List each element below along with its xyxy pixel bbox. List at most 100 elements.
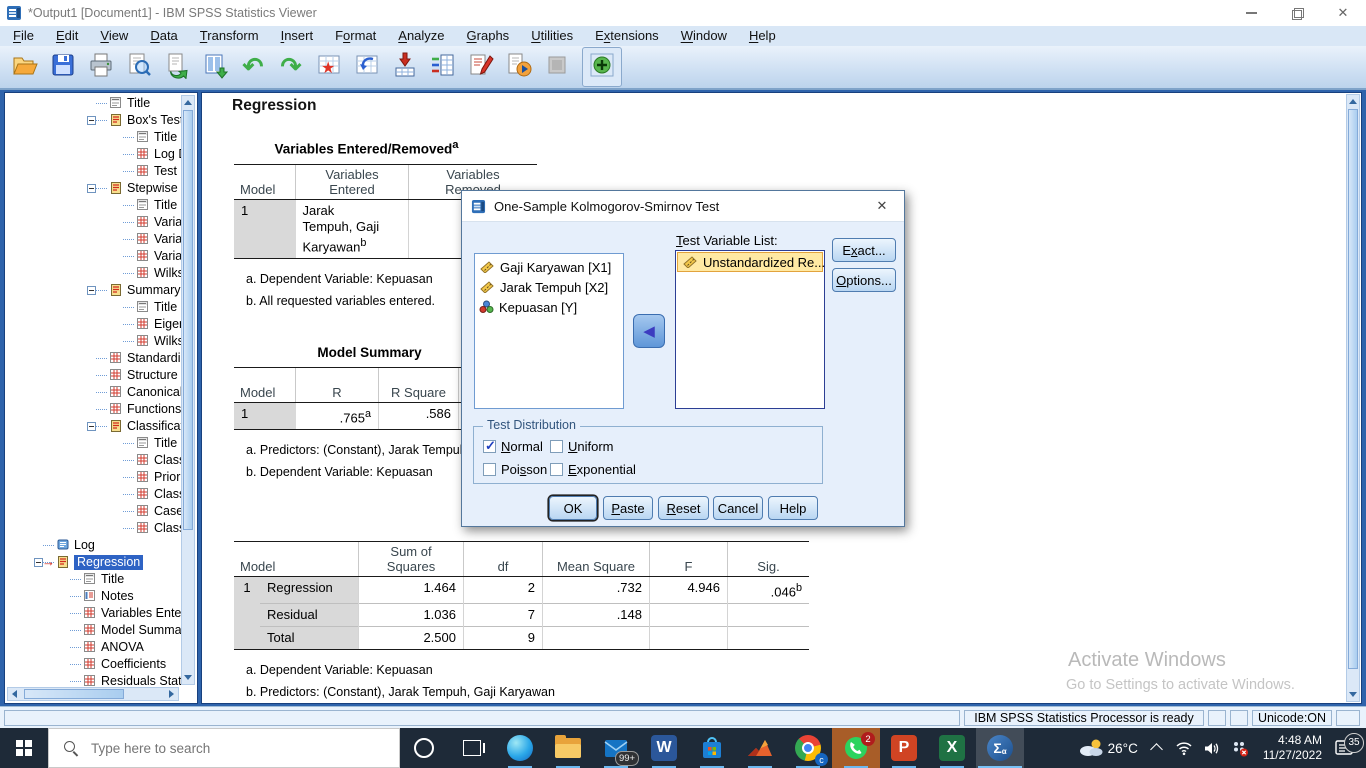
tree-item-eigenv[interactable]: Eigenv (6, 316, 183, 333)
redo-button[interactable]: ↷ (272, 48, 310, 86)
poisson-checkbox[interactable]: Poisson (483, 462, 547, 477)
tree-item-model-summar[interactable]: Model Summar (6, 622, 183, 639)
tree-item-variab[interactable]: Variab (6, 231, 183, 248)
search-input[interactable] (89, 740, 373, 757)
taskbar-app-whatsapp[interactable]: 2 (832, 728, 880, 768)
print-preview-button[interactable] (120, 48, 158, 86)
scrollbar-thumb[interactable] (1348, 109, 1358, 669)
test-variable-list[interactable]: Unstandardized Re... (675, 250, 825, 409)
checkbox-unchecked-icon[interactable] (483, 463, 496, 476)
close-button[interactable]: ✕ (1320, 0, 1366, 26)
normal-checkbox[interactable]: ✓Normal (483, 439, 543, 454)
menu-extensions[interactable]: Extensions (584, 26, 670, 46)
tree-item-summary-o[interactable]: Summary o (6, 282, 183, 299)
checkbox-unchecked-icon[interactable] (550, 463, 563, 476)
menu-view[interactable]: View (89, 26, 139, 46)
tree-item-anova[interactable]: ANOVA (6, 639, 183, 656)
menu-help[interactable]: Help (738, 26, 787, 46)
select-output-button[interactable] (196, 48, 234, 86)
outline-horizontal-scrollbar[interactable] (7, 687, 179, 701)
source-variable-kepuasan-y[interactable]: Kepuasan [Y] (475, 297, 623, 317)
dialog-close-button[interactable]: ✕ (870, 195, 894, 217)
scroll-left-icon[interactable] (12, 690, 17, 698)
menu-format[interactable]: Format (324, 26, 387, 46)
taskbar-app-store[interactable] (688, 728, 736, 768)
taskbar-app-file-explorer[interactable] (544, 728, 592, 768)
tree-item-classificat[interactable]: Classificat (6, 418, 183, 435)
use-variable-sets-button[interactable] (386, 48, 424, 86)
menu-utilities[interactable]: Utilities (520, 26, 584, 46)
scroll-down-icon[interactable] (1349, 692, 1357, 697)
uniform-checkbox[interactable]: Uniform (550, 439, 614, 454)
menu-file[interactable]: File (2, 26, 45, 46)
tree-item-structure-m[interactable]: Structure M (6, 367, 183, 384)
action-center-button[interactable]: 35 (1330, 739, 1366, 758)
tree-item-class[interactable]: Class (6, 452, 183, 469)
edit-output-button[interactable] (462, 48, 500, 86)
tree-item-canonical[interactable]: Canonical (6, 384, 183, 401)
style-output-button[interactable] (538, 48, 576, 86)
export-button[interactable] (158, 48, 196, 86)
taskbar-clock[interactable]: 4:48 AM11/27/2022 (1255, 733, 1330, 763)
expand-toggle-icon[interactable] (87, 116, 96, 125)
help-button[interactable]: Help (768, 496, 818, 520)
test-variable-unstandardized-re[interactable]: Unstandardized Re... (677, 252, 823, 272)
source-variable-list[interactable]: Gaji Karyawan [X1]Jarak Tempuh [X2]Kepua… (474, 253, 624, 409)
tree-item-title[interactable]: Title (6, 95, 183, 112)
tree-item-prior-p[interactable]: Prior P (6, 469, 183, 486)
minimize-button[interactable] (1228, 0, 1274, 26)
goto-data-button[interactable]: ★ (310, 48, 348, 86)
tree-item-wilks[interactable]: Wilks' (6, 265, 183, 282)
tree-item-functions[interactable]: Functions (6, 401, 183, 418)
paste-button[interactable]: Paste (603, 496, 653, 520)
tree-item-casew[interactable]: Casew (6, 503, 183, 520)
menu-insert[interactable]: Insert (270, 26, 325, 46)
checkbox-unchecked-icon[interactable] (550, 440, 563, 453)
run-script-button[interactable] (500, 48, 538, 86)
tree-item-log-d[interactable]: Log D (6, 146, 183, 163)
tree-item-test-r[interactable]: Test R (6, 163, 183, 180)
restore-button[interactable] (1274, 0, 1320, 26)
taskbar-app-edge[interactable] (496, 728, 544, 768)
taskbar-app-mail[interactable]: 99+ (592, 728, 640, 768)
volume-button[interactable] (1198, 728, 1226, 768)
tree-item-variab[interactable]: Variab (6, 248, 183, 265)
menu-edit[interactable]: Edit (45, 26, 89, 46)
menu-transform[interactable]: Transform (189, 26, 270, 46)
taskbar-app-spss[interactable]: Σα (976, 728, 1024, 768)
exponential-checkbox[interactable]: Exponential (550, 462, 636, 477)
checkbox-checked-icon[interactable]: ✓ (483, 440, 496, 453)
scrollbar-thumb[interactable] (183, 110, 193, 530)
expand-toggle-icon[interactable] (87, 286, 96, 295)
cancel-button[interactable]: Cancel (713, 496, 763, 520)
tree-item-variables-enter[interactable]: Variables Enter (6, 605, 183, 622)
undo-button[interactable]: ↶ (234, 48, 272, 86)
scroll-down-icon[interactable] (184, 675, 192, 680)
content-vertical-scrollbar[interactable] (1346, 94, 1360, 702)
start-button[interactable] (0, 728, 48, 768)
tree-item-log[interactable]: Log (6, 537, 183, 554)
taskbar-app-word[interactable]: W (640, 728, 688, 768)
tree-item-regression[interactable]: →Regression (6, 554, 183, 571)
expand-toggle-icon[interactable] (87, 184, 96, 193)
tree-item-title[interactable]: Title (6, 435, 183, 452)
tree-item-standardiz[interactable]: Standardiz (6, 350, 183, 367)
taskbar-app-powerpoint[interactable]: P (880, 728, 928, 768)
goto-case-button[interactable] (348, 48, 386, 86)
print-button[interactable] (82, 48, 120, 86)
task-view-button[interactable] (448, 728, 496, 768)
options-button[interactable]: Options... (832, 268, 896, 292)
wifi-button[interactable] (1170, 728, 1198, 768)
save-button[interactable] (44, 48, 82, 86)
menu-graphs[interactable]: Graphs (456, 26, 521, 46)
menu-data[interactable]: Data (139, 26, 188, 46)
open-file-button[interactable] (6, 48, 44, 86)
outline-vertical-scrollbar[interactable] (181, 95, 195, 685)
expand-toggle-icon[interactable] (87, 422, 96, 431)
show-variables-button[interactable] (424, 48, 462, 86)
tree-item-box-s-test[interactable]: Box's Test (6, 112, 183, 129)
transfer-arrow-button[interactable]: ◀ (633, 314, 665, 348)
taskbar-app-excel[interactable]: X (928, 728, 976, 768)
tree-item-title[interactable]: Title (6, 571, 183, 588)
tree-item-variab[interactable]: Variab (6, 214, 183, 231)
